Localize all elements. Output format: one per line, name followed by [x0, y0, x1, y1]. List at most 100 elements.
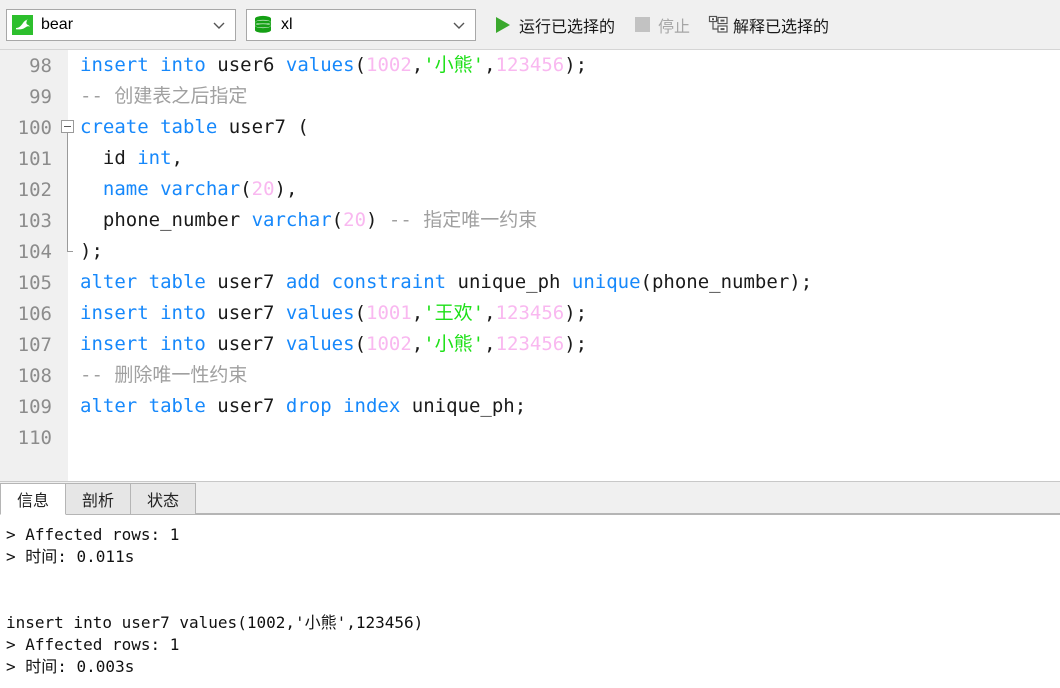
code-token: 123456	[495, 54, 565, 76]
fold-column[interactable]	[60, 298, 79, 329]
sql-code-editor[interactable]: 98 insert into user6 values(1002,'小熊',123…	[0, 50, 1060, 481]
line-number: 109	[17, 395, 52, 418]
chevron-down-icon[interactable]	[451, 17, 467, 33]
code-text[interactable]: insert into user7 values(1001,'王欢',12345…	[79, 298, 1060, 329]
tab-2[interactable]: 状态	[130, 483, 197, 514]
code-line[interactable]: 101 id int,	[0, 143, 1060, 174]
fold-column[interactable]	[60, 267, 79, 298]
code-text[interactable]	[79, 422, 1060, 453]
code-token: -- 指定唯一约束	[388, 209, 538, 231]
code-line[interactable]: 110	[0, 422, 1060, 453]
code-line[interactable]: 107 insert into user7 values(1002,'小熊',12…	[0, 329, 1060, 360]
log-blank-line	[6, 568, 1060, 590]
code-token: ,	[411, 302, 424, 324]
run-selected-button[interactable]: 运行已选择的	[486, 8, 621, 42]
code-text[interactable]: alter table user7 add constraint unique_…	[79, 267, 1060, 298]
code-token: user7 (	[228, 116, 309, 138]
log-line: > Affected rows: 1	[6, 525, 180, 544]
fold-guide-line	[67, 133, 68, 143]
code-line[interactable]: 106 insert into user7 values(1001,'王欢',12…	[0, 298, 1060, 329]
code-token: 1001	[366, 302, 412, 324]
tab-1[interactable]: 剖析	[65, 483, 132, 514]
code-token: '小熊'	[423, 54, 485, 76]
code-text[interactable]: alter table user7 drop index unique_ph;	[79, 391, 1060, 422]
code-text[interactable]: id int,	[79, 143, 1060, 174]
code-token: 1002	[366, 333, 412, 355]
log-line: > 时间: 0.011s	[6, 547, 135, 566]
code-line[interactable]: 104);	[0, 236, 1060, 267]
fold-column[interactable]	[60, 422, 79, 453]
message-log: > Affected rows: 1 > 时间: 0.011s insert in…	[0, 515, 1060, 688]
database-icon	[252, 14, 274, 36]
fold-column[interactable]	[60, 50, 79, 81]
line-number: 100	[17, 116, 52, 139]
code-text[interactable]: create table user7 (	[79, 112, 1060, 143]
code-token: (	[354, 54, 367, 76]
code-token: id	[80, 147, 138, 169]
line-number: 99	[29, 85, 52, 108]
code-token: ,	[484, 302, 496, 324]
mysql-dolphin-icon	[12, 14, 34, 36]
code-token: ,	[484, 333, 496, 355]
fold-column[interactable]	[60, 143, 79, 174]
code-token: alter table	[80, 395, 218, 417]
fold-column[interactable]	[60, 360, 79, 391]
code-token: (phone_number);	[640, 271, 813, 293]
fold-column[interactable]	[60, 236, 79, 267]
code-line[interactable]: 108 -- 删除唯一性约束	[0, 360, 1060, 391]
schema-select[interactable]: xl	[246, 8, 476, 41]
code-lines: 98 insert into user6 values(1002,'小熊',123…	[0, 50, 1060, 453]
code-token: values	[285, 333, 355, 355]
fold-guide-line	[67, 143, 68, 174]
fold-guide-line-end	[67, 236, 73, 252]
code-token: add constraint	[285, 271, 458, 293]
fold-column[interactable]	[60, 112, 79, 143]
tabstrip-filler	[195, 483, 1060, 514]
code-line[interactable]: 109 alter table user7 drop index unique_p…	[0, 391, 1060, 422]
code-token: 20	[251, 178, 275, 200]
code-text[interactable]: phone_number varchar(20) -- 指定唯一约束	[79, 205, 1060, 236]
stop-label: 停止	[658, 18, 691, 36]
code-token: alter table	[80, 271, 218, 293]
log-line: > 时间: 0.003s	[6, 657, 135, 676]
code-token: -- 创建表之后指定	[80, 85, 248, 107]
chevron-down-icon[interactable]	[211, 17, 227, 33]
code-token: insert into	[80, 333, 218, 355]
fold-column[interactable]	[60, 174, 79, 205]
code-line[interactable]: 99 -- 创建表之后指定	[0, 81, 1060, 112]
code-token: unique_ph	[457, 271, 572, 293]
fold-column[interactable]	[60, 205, 79, 236]
code-text[interactable]: insert into user7 values(1002,'小熊',12345…	[79, 329, 1060, 360]
log-line: insert into user7 values(1002,'小熊',12345…	[6, 613, 424, 632]
code-line[interactable]: 98 insert into user6 values(1002,'小熊',123…	[0, 50, 1060, 81]
code-text[interactable]: -- 创建表之后指定	[79, 81, 1060, 112]
explain-plan-icon	[706, 14, 728, 36]
code-text[interactable]: name varchar(20),	[79, 174, 1060, 205]
connection-name: bear	[41, 15, 74, 33]
explain-selected-button[interactable]: 解释已选择的	[700, 8, 835, 42]
fold-column[interactable]	[60, 329, 79, 360]
code-line[interactable]: 102 name varchar(20),	[0, 174, 1060, 205]
code-token: unique_ph;	[411, 395, 527, 417]
stop-button[interactable]: 停止	[625, 8, 696, 42]
code-token: ,	[171, 147, 183, 169]
fold-guide-line	[67, 205, 68, 236]
code-text[interactable]: -- 删除唯一性约束	[79, 360, 1060, 391]
code-token: )	[366, 209, 389, 231]
fold-column[interactable]	[60, 81, 79, 112]
fold-collapse-icon[interactable]	[61, 120, 74, 133]
code-token: 1002	[366, 54, 412, 76]
code-token: drop index	[285, 395, 412, 417]
code-line[interactable]: 105 alter table user7 add constraint uniq…	[0, 267, 1060, 298]
connection-select[interactable]: bear	[6, 8, 236, 41]
code-text[interactable]: );	[79, 236, 1060, 267]
code-text[interactable]: insert into user6 values(1002,'小熊',12345…	[79, 50, 1060, 81]
tab-0[interactable]: 信息	[0, 483, 67, 515]
line-number: 107	[17, 333, 52, 356]
code-line[interactable]: 100 create table user7 (	[0, 112, 1060, 143]
fold-column[interactable]	[60, 391, 79, 422]
explain-selected-label: 解释已选择的	[733, 18, 830, 36]
line-number: 103	[17, 209, 52, 232]
code-line[interactable]: 103 phone_number varchar(20) -- 指定唯一约束	[0, 205, 1060, 236]
